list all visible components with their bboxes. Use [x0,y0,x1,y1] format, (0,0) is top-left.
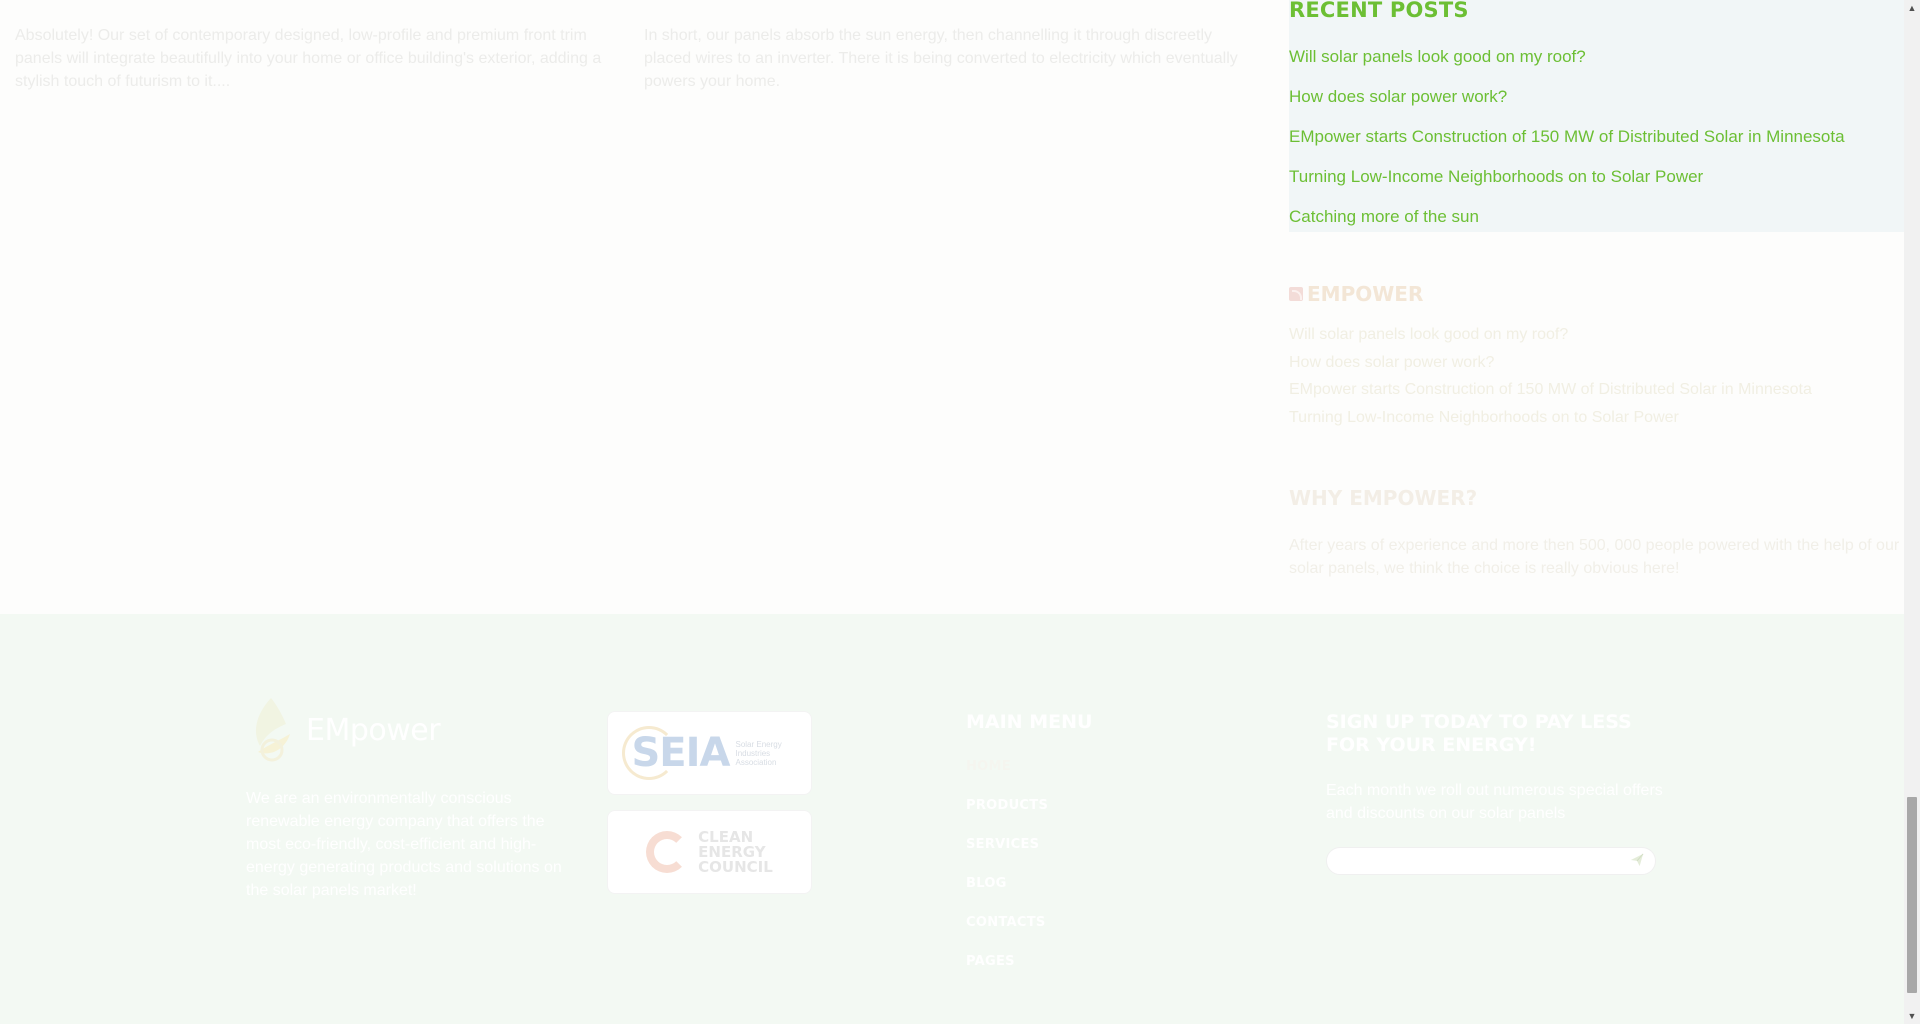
scroll-down-arrow-icon[interactable]: ▼ [1904,1008,1920,1024]
recent-posts-title: RECENT POSTS [1289,0,1469,22]
list-item: Will solar panels look good on my roof? [1289,326,1812,354]
rss-icon[interactable] [1289,287,1303,301]
why-title: WHY EMPOWER? [1289,486,1478,510]
menu-link-blog[interactable]: BLOG [966,876,1007,891]
menu-link-contacts[interactable]: CONTACTS [966,915,1046,930]
signup-form [1326,847,1656,875]
menu-item-home: HOME [966,757,1092,796]
menu-item-products: PRODUCTS [966,796,1092,835]
list-item: Turning Low-Income Neighborhoods on to S… [1289,409,1812,437]
rss-link[interactable]: How does solar power work? [1289,354,1494,371]
recent-post-link[interactable]: Will solar panels look good on my roof? [1289,47,1586,66]
email-field[interactable] [1327,848,1617,874]
cec-text: CLEAN ENERGY COUNCIL [698,829,773,876]
cec-c-icon [646,831,689,873]
partner-badge-clean-energy-council[interactable]: CLEAN ENERGY COUNCIL [607,810,812,894]
list-item: EMpower starts Construction of 150 MW of… [1289,127,1845,167]
main-menu-list: HOME PRODUCTS SERVICES BLOG CONTACTS PAG… [966,757,1092,991]
paper-plane-icon [1630,853,1644,867]
list-item: How does solar power work? [1289,87,1845,127]
partner-badge-seia[interactable]: SEIA Solar Energy Industries Association [607,711,812,795]
footer-main-menu: MAIN MENU HOME PRODUCTS SERVICES BLOG CO… [966,711,1092,991]
send-button[interactable] [1629,853,1645,869]
menu-item-pages: PAGES [966,952,1092,991]
recent-post-link[interactable]: How does solar power work? [1289,87,1507,106]
seia-ring-icon [621,726,676,780]
logo-text: EMpower [306,712,441,748]
recent-posts-list: Will solar panels look good on my roof? … [1289,47,1845,247]
seia-mark: SEIA [621,726,730,780]
list-item: Turning Low-Income Neighborhoods on to S… [1289,167,1845,207]
menu-item-contacts: CONTACTS [966,913,1092,952]
rss-link[interactable]: EMpower starts Construction of 150 MW of… [1289,381,1812,398]
why-empower-widget: WHY EMPOWER? After years of experience a… [1289,486,1901,580]
why-text: After years of experience and more then … [1289,537,1900,577]
footer-about-text: We are an environmentally conscious rene… [246,790,562,899]
recent-post-link[interactable]: EMpower starts Construction of 150 MW of… [1289,127,1845,146]
list-item: How does solar power work? [1289,354,1812,382]
menu-item-blog: BLOG [966,874,1092,913]
menu-link-products[interactable]: PRODUCTS [966,798,1048,813]
page-scrollbar[interactable]: ▲ ▼ [1904,0,1920,1024]
seia-subtitle: Solar Energy Industries Association [735,739,782,767]
menu-link-pages[interactable]: PAGES [966,954,1015,969]
menu-link-services[interactable]: SERVICES [966,837,1039,852]
footer-logo[interactable]: EMpower [246,694,441,766]
list-item: Will solar panels look good on my roof? [1289,47,1845,87]
recent-post-link[interactable]: Turning Low-Income Neighborhoods on to S… [1289,167,1703,186]
leaf-logo-icon [255,698,290,762]
scroll-thumb[interactable] [1907,797,1917,993]
signup-title: SIGN UP TODAY TO PAY LESS FOR YOUR ENERG… [1326,711,1632,756]
rss-link[interactable]: Turning Low-Income Neighborhoods on to S… [1289,409,1679,426]
site-footer: EMpower We are an environmentally consci… [0,614,1904,1024]
post-excerpt: In short, our panels absorb the sun ener… [644,27,1238,90]
rss-widget: EMPOWER Will solar panels look good on m… [1289,282,1812,436]
list-item: Catching more of the sun [1289,207,1845,247]
scroll-up-arrow-icon[interactable]: ▲ [1904,0,1920,16]
menu-item-services: SERVICES [966,835,1092,874]
rss-title: EMPOWER [1289,282,1812,306]
signup-text: Each month we roll out numerous special … [1326,782,1663,822]
main-content: Absolutely! Our set of contemporary desi… [0,0,1904,614]
cec-line: COUNCIL [698,857,773,876]
signup-widget: SIGN UP TODAY TO PAY LESS FOR YOUR ENERG… [1326,711,1666,875]
post-excerpt: Absolutely! Our set of contemporary desi… [15,27,602,90]
menu-link-home[interactable]: HOME [966,759,1011,774]
recent-posts-widget: RECENT POSTS Will solar panels look good… [1289,0,1904,232]
list-item: EMpower starts Construction of 150 MW of… [1289,381,1812,409]
main-menu-title: MAIN MENU [966,711,1093,733]
rss-list: Will solar panels look good on my roof? … [1289,326,1812,436]
recent-post-link[interactable]: Catching more of the sun [1289,207,1479,226]
rss-link[interactable]: Will solar panels look good on my roof? [1289,326,1568,343]
seia-logo: SEIA Solar Energy Industries Association [621,726,788,780]
rss-title-text[interactable]: EMPOWER [1307,282,1423,306]
cec-logo: CLEAN ENERGY COUNCIL [646,829,773,876]
